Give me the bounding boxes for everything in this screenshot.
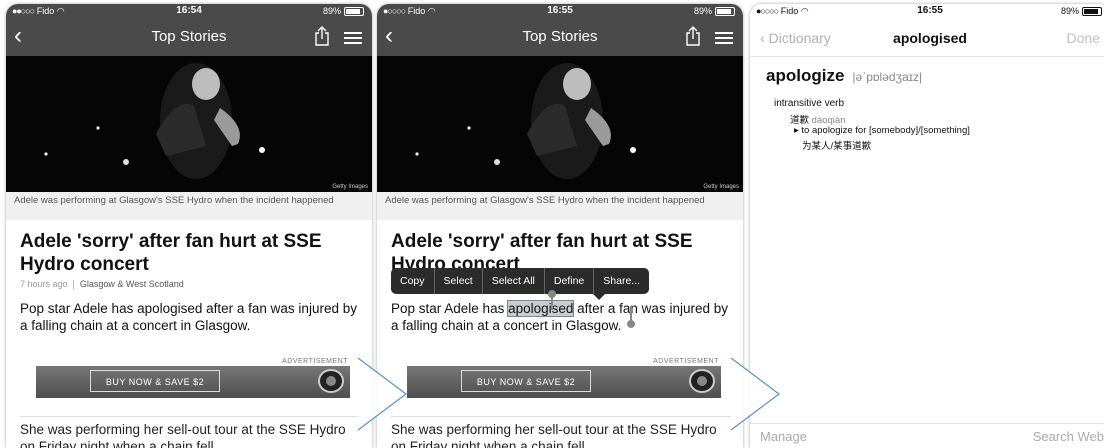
search-web-button[interactable]: Search Web — [1033, 429, 1104, 444]
ad-buy-button[interactable]: BUY NOW & SAVE $2 — [90, 370, 220, 392]
photo-credit: Getty Images — [703, 184, 739, 190]
status-bar: ●●○○○ Fido ◠ 16:54 89% — [6, 4, 372, 18]
dictionary-nav-bar: ‹ Dictionary apologised Done — [750, 18, 1104, 57]
ad-logo-icon — [318, 369, 344, 393]
photo-caption: Adele was performing at Glasgow's SSE Hy… — [377, 192, 743, 220]
callout-copy[interactable]: Copy — [391, 268, 435, 294]
battery-indicator: 89% — [323, 6, 364, 16]
sense-translation: 道歉 dàoqiàn — [790, 112, 845, 126]
example-english: ▸ to apologize for [somebody]/[something… — [794, 125, 970, 136]
battery-icon — [344, 6, 364, 16]
photo-credit: Getty Images — [332, 184, 368, 190]
step-arrow-icon — [357, 357, 407, 431]
ad-label: ADVERTISEMENT — [282, 358, 348, 365]
status-bar: ●○○○○ Fido ◠ 16:55 89% — [377, 4, 743, 18]
status-time: 16:55 — [547, 5, 573, 16]
example-chinese: 为某人/某事道歉 — [802, 141, 872, 152]
ad-banner[interactable]: BUY NOW & SAVE $2 — [36, 366, 350, 398]
part-of-speech: intransitive verb — [774, 98, 845, 109]
callout-share[interactable]: Share... — [594, 268, 649, 294]
singer-photo-graphic — [44, 63, 265, 179]
ad-buy-button[interactable]: BUY NOW & SAVE $2 — [461, 370, 591, 392]
selection-end-handle[interactable] — [627, 306, 635, 328]
headword-text: apologize — [766, 66, 845, 85]
ad-banner[interactable]: BUY NOW & SAVE $2 — [407, 366, 721, 398]
done-button[interactable]: Done — [1067, 30, 1100, 46]
battery-indicator: 89% — [1061, 6, 1102, 16]
edit-callout-menu: Copy Select Select All Define Share... — [391, 268, 650, 300]
article-lead[interactable]: Pop star Adele has apologised after a fa… — [391, 300, 729, 334]
article-body[interactable]: She was performing her sell-out tour at … — [20, 416, 360, 448]
share-icon[interactable] — [314, 26, 330, 46]
battery-icon — [715, 6, 735, 16]
selection-start-handle[interactable] — [548, 290, 556, 310]
article-meta: 7 hours ago | Glasgow & West Scotland — [20, 279, 184, 289]
article-headline: Adele 'sorry' after fan hurt at SSE Hydr… — [20, 231, 322, 275]
lead-text-before: Pop star Adele has — [391, 301, 509, 316]
phone-screen-selection: ●○○○○ Fido ◠ 16:55 89% ‹ Top Stories Get… — [377, 4, 743, 448]
phone-screen-dictionary: ●○○○○ Fido ◠ 16:55 89% ‹ Dictionary apol… — [750, 4, 1104, 448]
share-icon[interactable] — [685, 26, 701, 46]
step-arrow-icon — [730, 357, 780, 431]
status-time: 16:55 — [917, 5, 943, 16]
article-photo: Getty Images — [6, 56, 372, 192]
status-bar: ●○○○○ Fido ◠ 16:55 89% — [750, 4, 1104, 18]
nav-bar: ‹ Top Stories — [377, 18, 743, 56]
dictionary-headword: apologize |əˈpɒlədʒaɪz| — [766, 66, 922, 86]
status-time: 16:54 — [176, 5, 202, 16]
battery-indicator: 89% — [694, 6, 735, 16]
battery-percent: 89% — [322, 6, 341, 16]
phone-screen-article: ●●○○○ Fido ◠ 16:54 89% ‹ Top Stories Get… — [6, 4, 372, 448]
selected-word[interactable]: apologised — [507, 300, 575, 317]
article-lead[interactable]: Pop star Adele has apologised after a fa… — [20, 300, 358, 334]
singer-photo-graphic — [415, 63, 636, 179]
hamburger-menu-icon[interactable] — [715, 32, 733, 44]
article-photo: Getty Images — [377, 56, 743, 192]
article-body[interactable]: She was performing her sell-out tour at … — [391, 416, 731, 448]
article-region[interactable]: Glasgow & West Scotland — [80, 279, 184, 289]
hamburger-menu-icon[interactable] — [344, 32, 362, 44]
pronunciation: |əˈpɒlədʒaɪz| — [852, 70, 923, 84]
ad-label: ADVERTISEMENT — [653, 358, 719, 365]
article-time: 7 hours ago — [20, 279, 68, 289]
battery-percent: 89% — [693, 6, 712, 16]
battery-percent: 89% — [1060, 6, 1079, 16]
ad-logo-icon — [689, 369, 715, 393]
callout-select-all[interactable]: Select All — [483, 268, 545, 294]
photo-caption: Adele was performing at Glasgow's SSE Hy… — [6, 192, 372, 220]
battery-icon — [1082, 6, 1102, 16]
dictionary-title: apologised — [893, 30, 967, 46]
nav-bar: ‹ Top Stories — [6, 18, 372, 56]
dictionary-toolbar: Manage Search Web — [750, 423, 1104, 448]
callout-select[interactable]: Select — [435, 268, 483, 294]
